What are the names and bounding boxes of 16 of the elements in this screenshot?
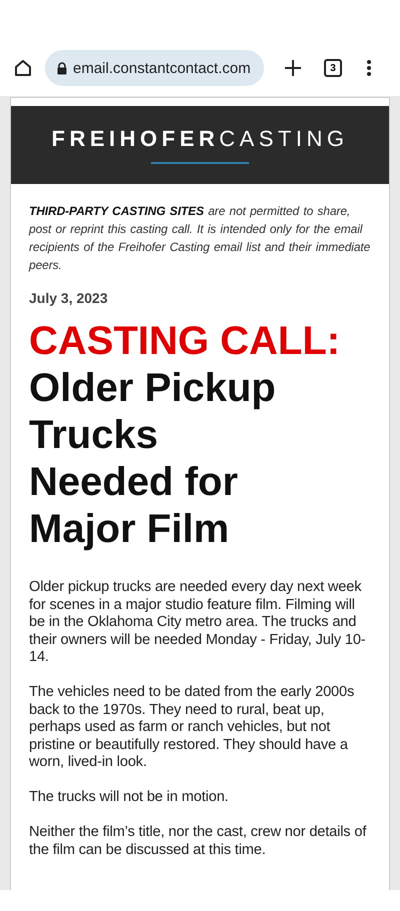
notice-paragraph: THIRD-PARTY CASTING SITES are not permitted to share, post or reprint this casting call. It is intended only for the email recipients of the Freihofer Casting email list and their immediate peers. (29, 203, 371, 274)
headline-lead: CASTING CALL: (29, 318, 342, 365)
address-bar[interactable]: email.constantcontact.com (45, 50, 264, 86)
body-paragraph: Neither the film’s title, nor the cast, crew nor details of the film can be discussed at this time. (29, 824, 368, 859)
tab-count-button[interactable]: 3 (324, 59, 342, 77)
plus-icon[interactable] (284, 59, 302, 77)
lock-icon (57, 62, 67, 74)
body-paragraph: The trucks will not be in motion. (29, 789, 230, 806)
menu-icon[interactable] (366, 59, 372, 77)
date: July 3, 2023 (29, 290, 109, 306)
headline: Older Pickup Trucks Needed for Major Film (29, 365, 277, 553)
body-paragraph: The vehicles need to be dated from the early 2000s back to the 1970s. They need to rural, beat up, perhaps used as farm or ranch vehicles, but not pristine or beautifully restored. They should have a worn, lived-in look. (29, 684, 356, 772)
body-paragraph: Older pickup trucks are needed every day next week for scenes in a major studio feature film. Filming will be in the Oklahoma City metro area. The trucks and their owners will be needed Monday - Friday, July 10-14. (29, 579, 367, 666)
logo: FREIHOFER CASTING (52, 126, 348, 152)
home-icon[interactable] (13, 58, 33, 78)
url-text: email.constantcontact.com (73, 60, 251, 76)
